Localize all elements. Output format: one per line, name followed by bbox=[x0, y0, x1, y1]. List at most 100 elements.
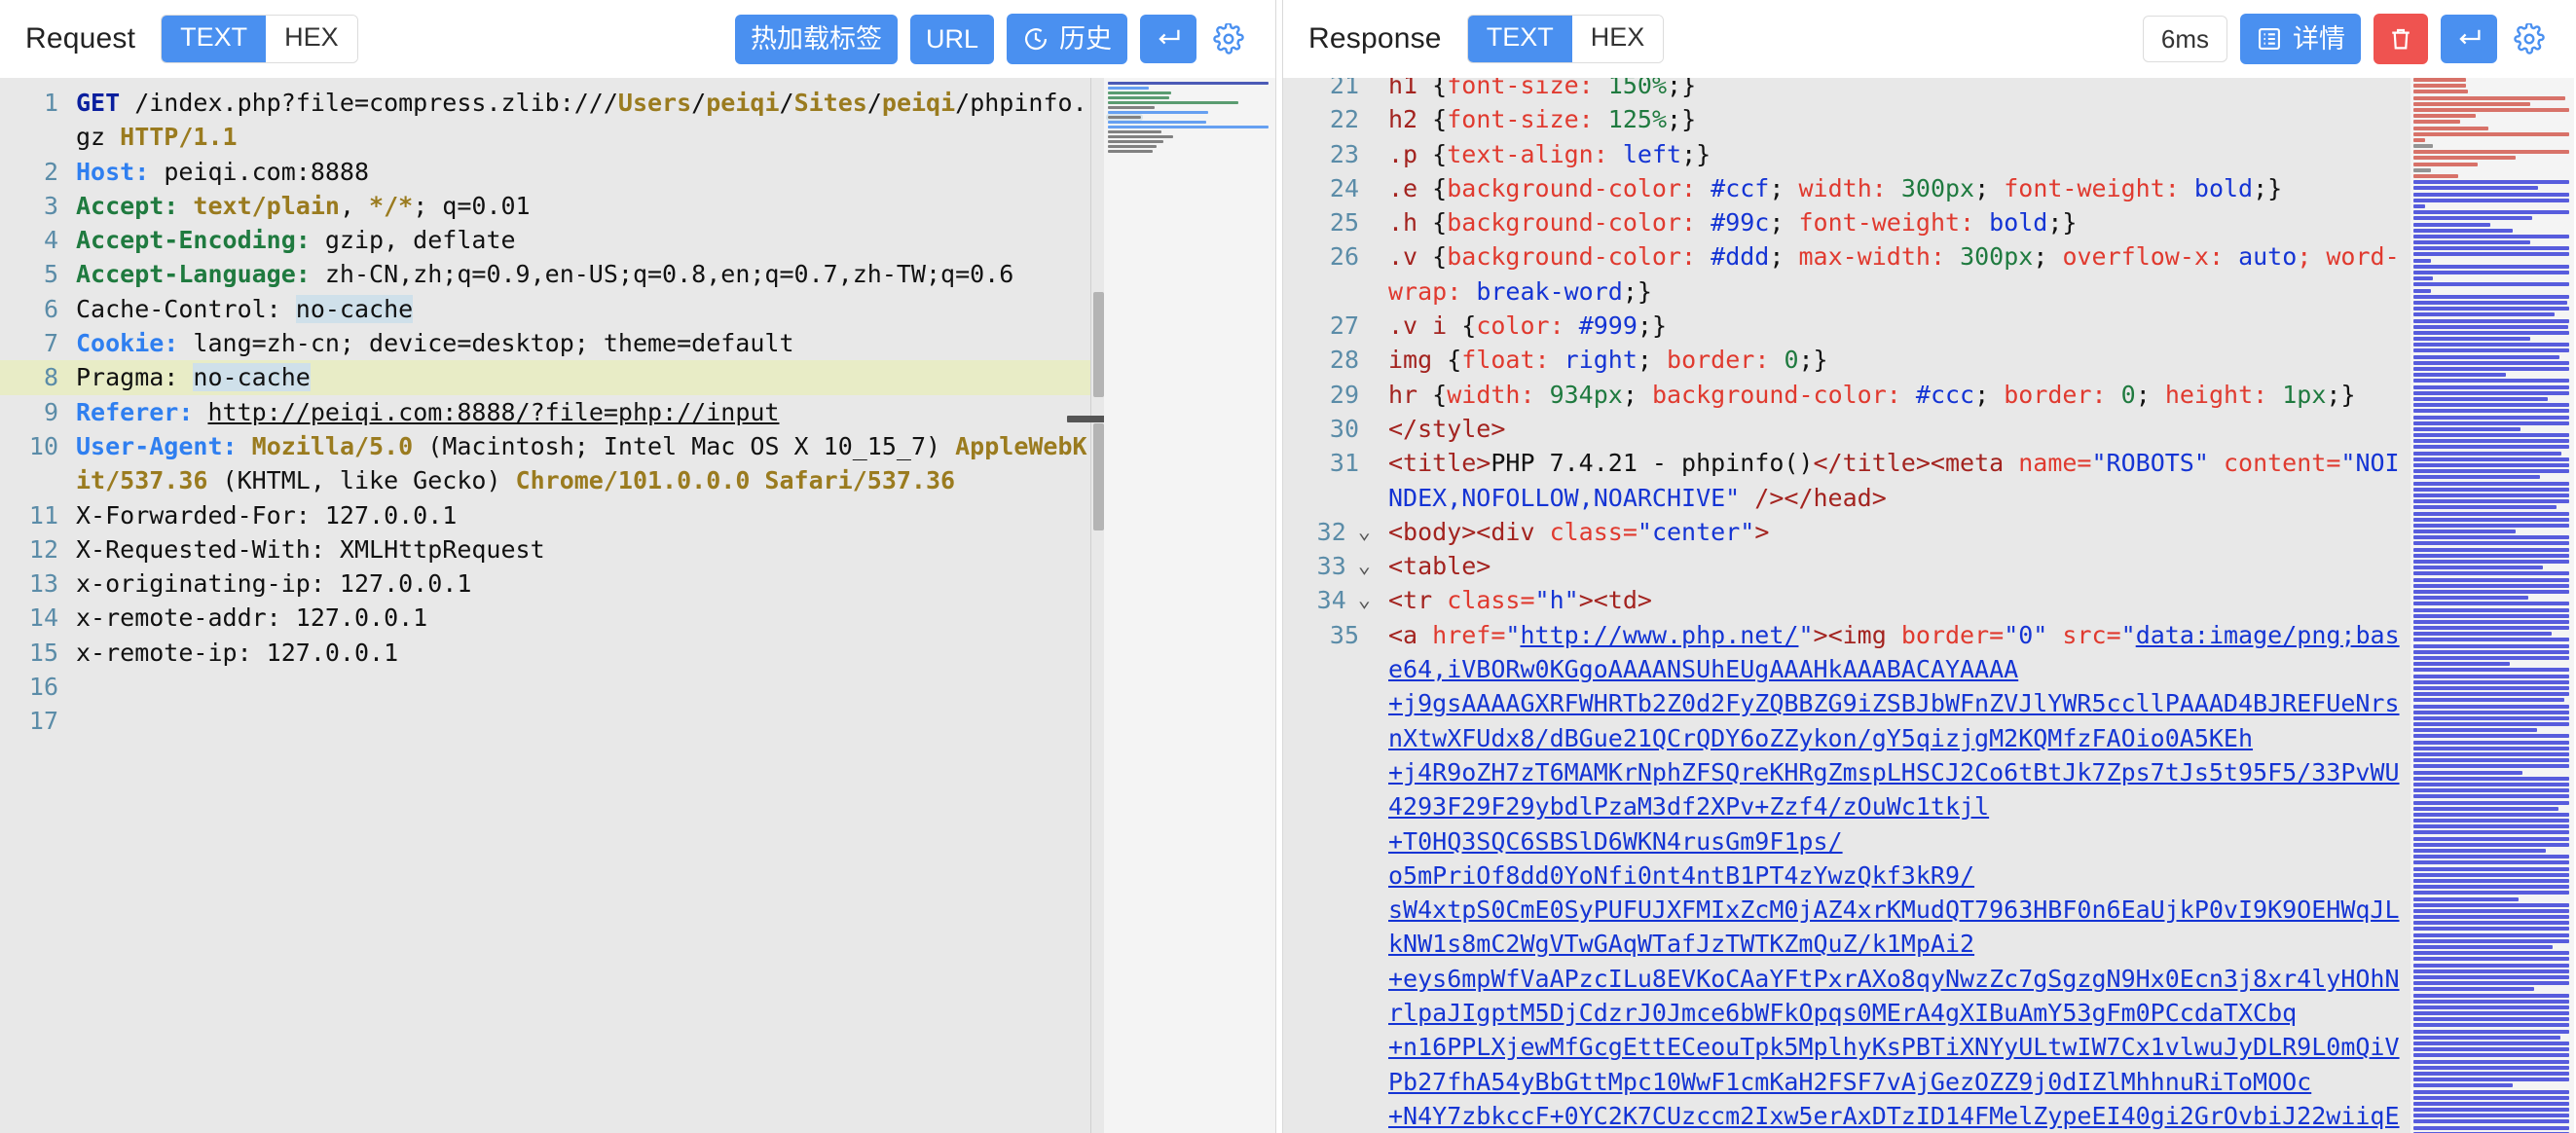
minimap-line bbox=[2413, 264, 2569, 269]
minimap-line bbox=[2413, 577, 2569, 582]
minimap-line bbox=[2413, 746, 2569, 750]
request-tab-text[interactable]: TEXT bbox=[162, 16, 267, 62]
minimap-line bbox=[2413, 523, 2569, 528]
minimap-line bbox=[2413, 643, 2569, 648]
code-line: 23 .p {text-align: left;} bbox=[1283, 137, 2404, 171]
minimap-line bbox=[2413, 186, 2538, 191]
minimap-line bbox=[2413, 607, 2569, 612]
history-label: 历史 bbox=[1059, 23, 1113, 54]
minimap-line bbox=[2413, 662, 2510, 667]
minimap-line bbox=[2413, 902, 2569, 907]
minimap-line bbox=[2413, 1011, 2569, 1016]
minimap-line bbox=[2413, 324, 2568, 329]
response-tab-hex[interactable]: HEX bbox=[1571, 16, 1664, 62]
url-button[interactable]: URL bbox=[910, 14, 995, 64]
minimap-line bbox=[2413, 872, 2569, 877]
minimap-line bbox=[2413, 131, 2569, 136]
response-tab-text[interactable]: TEXT bbox=[1467, 16, 1572, 62]
minimap-line bbox=[2413, 288, 2431, 293]
minimap-line bbox=[2413, 589, 2569, 594]
code-line-text: .v i {color: #999;} bbox=[1388, 311, 1668, 341]
minimap-line bbox=[2413, 619, 2569, 624]
minimap-line bbox=[2413, 114, 2476, 119]
minimap-line bbox=[2413, 715, 2569, 720]
code-line-text: +j4R9oZH7zT6MAMKrNphZFSQreKHRgZmspLHSCJ2… bbox=[1388, 757, 2400, 822]
minimap-line bbox=[2413, 137, 2425, 142]
code-line: 26 .v {background-color: #ddd; max-width:… bbox=[1283, 239, 2404, 309]
response-minimap[interactable] bbox=[2410, 78, 2574, 1133]
minimap-line bbox=[2413, 674, 2569, 678]
minimap-line bbox=[2413, 379, 2569, 384]
minimap-line bbox=[1108, 121, 1206, 124]
request-scroll-thumb-upper[interactable] bbox=[1093, 292, 1104, 397]
response-toolbar: 6ms 详情 bbox=[2142, 14, 2549, 64]
code-line: sW4xtpS0CmE0SyPUFUJXFMIxZcM0jAZ4xrKMudQT… bbox=[1283, 893, 2404, 962]
minimap-line bbox=[2413, 1071, 2569, 1076]
line-number: 7 bbox=[43, 329, 58, 358]
request-code-area[interactable]: 1 GET /index.php?file=compress.zlib:///Us… bbox=[0, 78, 1275, 1133]
minimap-line bbox=[2413, 776, 2569, 781]
request-vertical-scrollbar[interactable] bbox=[1090, 78, 1104, 1133]
code-line-text: <a href="http://www.php.net/"><img borde… bbox=[1388, 620, 2400, 684]
request-tab-hex[interactable]: HEX bbox=[266, 16, 357, 62]
code-line-text: .e {background-color: #ccf; width: 300px… bbox=[1388, 173, 2283, 202]
response-format-toggle[interactable]: TEXT HEX bbox=[1466, 15, 1665, 63]
fold-chevron-icon[interactable]: ⌄ bbox=[1358, 515, 1371, 549]
minimap-line bbox=[2413, 596, 2528, 601]
minimap-line bbox=[2413, 770, 2522, 775]
request-send-button[interactable] bbox=[1140, 15, 1197, 63]
history-button[interactable]: 历史 bbox=[1007, 14, 1128, 64]
minimap-line bbox=[2413, 1047, 2569, 1052]
minimap-line bbox=[2413, 511, 2569, 516]
minimap-line bbox=[2413, 571, 2569, 576]
code-line: 11 X-Forwarded-For: 127.0.0.1 bbox=[0, 498, 1090, 532]
minimap-line bbox=[2413, 788, 2569, 793]
minimap-line bbox=[2413, 921, 2569, 926]
panel-divider[interactable] bbox=[1275, 0, 1283, 1133]
line-number: 9 bbox=[43, 397, 58, 426]
minimap-line bbox=[2413, 162, 2479, 166]
line-number: 1 bbox=[43, 89, 58, 117]
request-minimap[interactable] bbox=[1104, 78, 1275, 1133]
response-panel: Response TEXT HEX 6ms 详情 21 h1 {font-siz… bbox=[1283, 0, 2574, 1133]
minimap-line bbox=[2413, 1029, 2569, 1034]
hot-reload-tags-button[interactable]: 热加载标签 bbox=[735, 14, 898, 64]
response-detail-button[interactable]: 详情 bbox=[2240, 14, 2361, 64]
minimap-line bbox=[2413, 722, 2569, 727]
minimap-line bbox=[2413, 505, 2557, 510]
minimap-line bbox=[2413, 396, 2548, 401]
line-number: 14 bbox=[28, 603, 58, 633]
request-settings-button[interactable] bbox=[1209, 21, 1248, 56]
code-line: 12 X-Requested-With: XMLHttpRequest bbox=[0, 532, 1090, 566]
request-format-toggle[interactable]: TEXT HEX bbox=[161, 15, 358, 63]
request-scroll-thumb-lower[interactable] bbox=[1093, 423, 1104, 530]
response-delete-button[interactable] bbox=[2374, 14, 2428, 64]
code-line: 21 h1 {font-size: 150%;} bbox=[1283, 78, 2404, 102]
code-line-text: Cache-Control: no-cache bbox=[76, 294, 414, 323]
minimap-line bbox=[2413, 812, 2569, 817]
response-title: Response bbox=[1308, 22, 1442, 55]
code-line: 14 x-remote-addr: 127.0.0.1 bbox=[0, 601, 1090, 635]
request-code-lines: 1 GET /index.php?file=compress.zlib:///Us… bbox=[0, 78, 1090, 1133]
code-line-text: Cookie: lang=zh-cn; device=desktop; them… bbox=[76, 329, 794, 358]
minimap-line bbox=[2413, 999, 2569, 1004]
minimap-line bbox=[2413, 312, 2555, 317]
minimap-line bbox=[2413, 535, 2569, 540]
minimap-line bbox=[2413, 740, 2569, 745]
fold-chevron-icon[interactable]: ⌄ bbox=[1358, 583, 1371, 617]
response-code-area[interactable]: 21 h1 {font-size: 150%;} 22 h2 {font-size: … bbox=[1283, 78, 2574, 1133]
response-settings-button[interactable] bbox=[2510, 21, 2549, 56]
response-send-button[interactable] bbox=[2441, 15, 2497, 63]
fold-chevron-icon[interactable]: ⌄ bbox=[1358, 549, 1371, 583]
code-line-text: Accept-Language: zh-CN,zh;q=0.9,en-US;q=… bbox=[76, 260, 1014, 289]
gear-icon bbox=[2514, 23, 2545, 55]
minimap-line bbox=[2413, 228, 2513, 233]
code-line: 33 ⌄ <table> bbox=[1283, 549, 2404, 583]
code-line: 30 </style> bbox=[1283, 412, 2404, 446]
minimap-line bbox=[1108, 91, 1172, 94]
minimap-line bbox=[2413, 734, 2569, 739]
line-number: 25 bbox=[1329, 208, 1359, 238]
code-line-text: +N4Y7zbkccF+0YC2K7CUzccm2Ixw5erAxDTzID14… bbox=[1388, 1101, 2400, 1130]
minimap-line bbox=[2413, 216, 2533, 221]
code-line-text: sW4xtpS0CmE0SyPUFUJXFMIxZcM0jAZ4xrKMudQT… bbox=[1388, 895, 2400, 959]
